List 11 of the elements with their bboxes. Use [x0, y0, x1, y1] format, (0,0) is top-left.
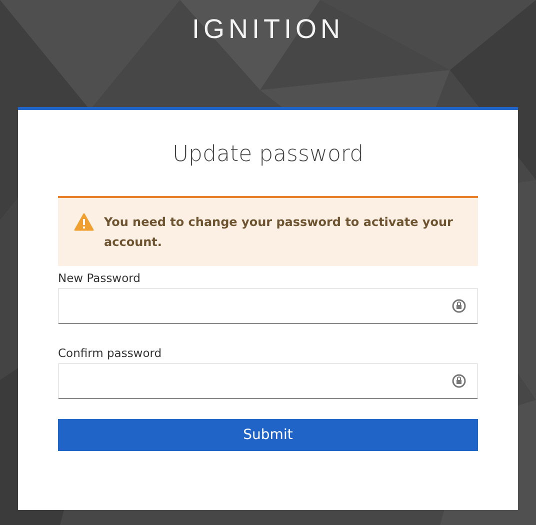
brand-logo: IGNITION: [192, 13, 344, 46]
alert-message: You need to change your password to activate your account.: [104, 214, 454, 251]
submit-button[interactable]: Submit: [58, 419, 478, 451]
card-title: Update password: [171, 141, 365, 169]
warning-icon: [74, 213, 94, 231]
password-field[interactable]: [58, 288, 478, 324]
lock-icon[interactable]: [451, 373, 467, 389]
lock-icon[interactable]: [451, 298, 467, 314]
password-field[interactable]: [58, 363, 478, 399]
field-label: New Password: [58, 270, 142, 286]
field-label: Confirm password: [58, 345, 163, 361]
